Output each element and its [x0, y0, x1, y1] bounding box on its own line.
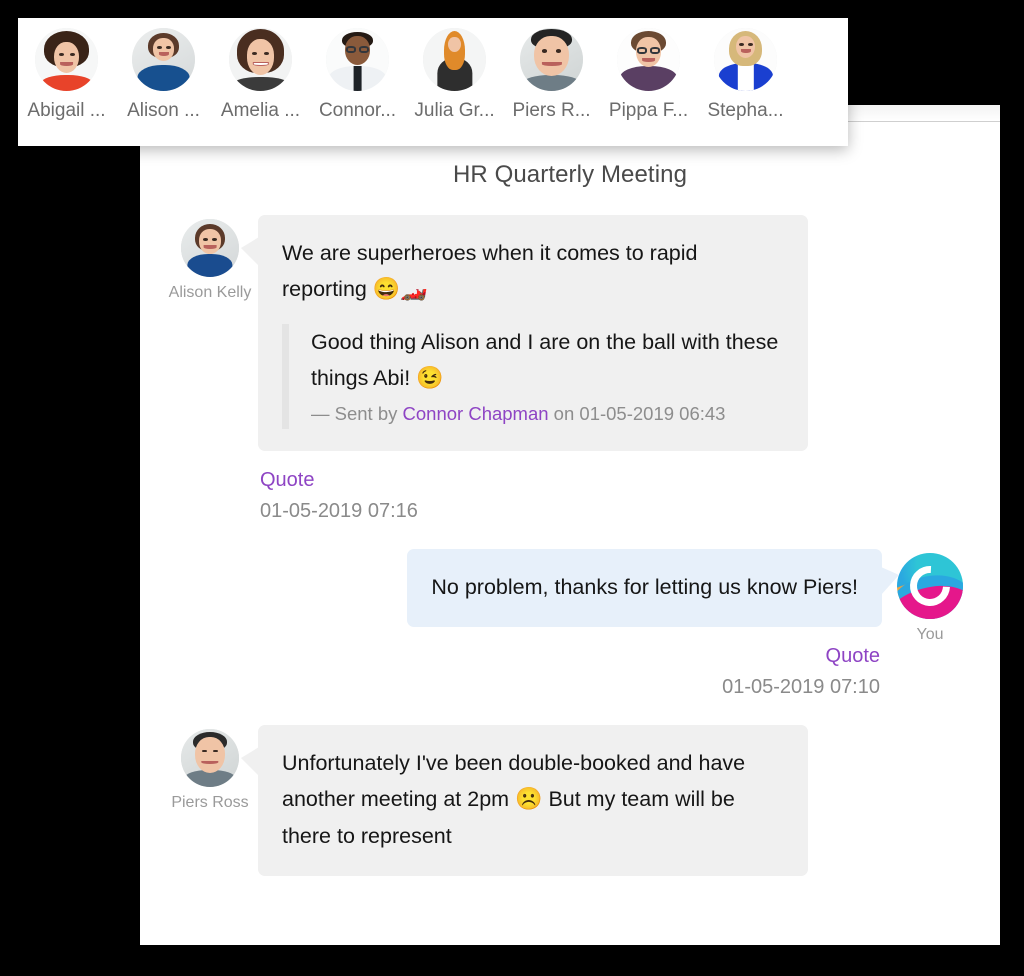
message-bubble: No problem, thanks for letting us know P…	[407, 549, 899, 628]
participant-abigail[interactable]: Abigail ...	[18, 28, 115, 122]
message-sender-name: You	[916, 626, 944, 644]
quoted-message-attribution: — Sent by Connor Chapman on 01-05-2019 0…	[311, 403, 726, 425]
participant-name: Connor...	[318, 100, 397, 121]
message-text: We are superheroes when it comes to rapi…	[282, 241, 698, 302]
avatar-amelia-icon	[229, 28, 292, 91]
participant-connor[interactable]: Connor...	[309, 28, 406, 122]
participant-name: Amelia ...	[220, 100, 301, 121]
avatar-piers-ross[interactable]	[181, 729, 239, 788]
emoji-winking-face: 😉	[416, 365, 444, 391]
chat-window: HR Quarterly Meeting Alison Kelly We are…	[140, 105, 1000, 945]
screenshot-stage: HR Quarterly Meeting Alison Kelly We are…	[0, 0, 1024, 976]
message-body: No problem, thanks for letting us know P…	[162, 549, 899, 721]
message-bubble: We are superheroes when it comes to rapi…	[241, 215, 808, 452]
avatar-alison-icon	[132, 28, 195, 91]
message-text: Unfortunately I've been double-booked an…	[282, 751, 746, 849]
participant-stephanie[interactable]: Stepha...	[697, 28, 794, 122]
avatar-abigail-icon	[35, 28, 98, 91]
message-body: We are superheroes when it comes to rapi…	[241, 215, 978, 545]
avatar-pippa-icon	[617, 28, 680, 91]
participant-name: Alison ...	[127, 100, 200, 121]
emoji-frowning-face: ☹️	[515, 786, 543, 812]
message-meta: Quote 01-05-2019 07:16	[258, 469, 978, 523]
message-avatar-column: You	[882, 549, 978, 645]
participant-name: Stepha...	[707, 100, 784, 121]
avatar-stephanie-icon	[714, 28, 777, 91]
participant-julia[interactable]: Julia Gr...	[406, 28, 503, 122]
chat-message-list[interactable]: HR Quarterly Meeting Alison Kelly We are…	[140, 123, 1000, 945]
message-meta: Quote 01-05-2019 07:10	[722, 645, 882, 699]
message-timestamp: 01-05-2019 07:10	[722, 676, 880, 699]
participant-avatar-bar[interactable]: Abigail ... Alison ... Amelia ... Connor…	[18, 18, 848, 146]
avatar-julia-icon	[423, 28, 486, 91]
participant-piers[interactable]: Piers R...	[503, 28, 600, 122]
avatar-you-brand-logo[interactable]	[897, 553, 963, 620]
message-body: Unfortunately I've been double-booked an…	[241, 725, 978, 877]
participant-amelia[interactable]: Amelia ...	[212, 28, 309, 122]
message-sender-name: Piers Ross	[171, 794, 249, 812]
participant-name: Piers R...	[512, 100, 591, 121]
message-timestamp: 01-05-2019 07:16	[260, 500, 418, 523]
participant-name: Julia Gr...	[414, 100, 495, 121]
participant-name: Abigail ...	[27, 100, 106, 121]
message-bubble: Unfortunately I've been double-booked an…	[241, 725, 808, 877]
quote-button[interactable]: Quote	[260, 469, 978, 492]
emoji-grinning-racecar: 😄🏎️	[372, 276, 428, 302]
message-row-you: You No problem, thanks for letting us kn…	[140, 549, 1000, 721]
message-sender-name: Alison Kelly	[168, 284, 252, 301]
quoted-message: Good thing Alison and I are on the ball …	[282, 324, 784, 430]
avatar-connor-icon	[326, 28, 389, 91]
message-row-alison-kelly: Alison Kelly We are superheroes when it …	[140, 215, 1000, 545]
avatar-alison-kelly[interactable]	[181, 219, 239, 277]
message-text: No problem, thanks for letting us know P…	[431, 575, 858, 600]
participant-alison[interactable]: Alison ...	[115, 28, 212, 122]
quote-button[interactable]: Quote	[722, 645, 880, 668]
quoted-message-author[interactable]: Connor Chapman	[403, 403, 549, 424]
participant-name: Pippa F...	[608, 100, 689, 121]
message-row-piers-ross: Piers Ross Unfortunately I've been doubl…	[140, 725, 1000, 877]
participant-pippa[interactable]: Pippa F...	[600, 28, 697, 122]
quoted-message-text: Good thing Alison and I are on the ball …	[311, 330, 779, 391]
avatar-piers-icon	[520, 28, 583, 91]
